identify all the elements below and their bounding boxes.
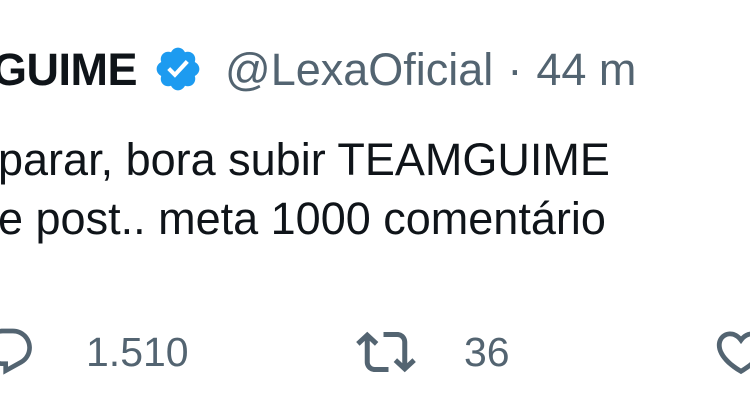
tweet-text-line: parar, bora subir TEAMGUIME xyxy=(0,134,610,185)
author-handle[interactable]: @LexaOficial xyxy=(225,47,493,92)
retweet-button[interactable]: 36 xyxy=(356,322,510,382)
author-display-name[interactable]: GUIME xyxy=(0,47,138,92)
reply-bubble-icon xyxy=(0,324,36,380)
retweet-count: 36 xyxy=(464,328,510,375)
tweet-text-line: e post.. meta 1000 comentário xyxy=(0,193,606,244)
like-button[interactable] xyxy=(712,322,750,382)
tweet-text: parar, bora subir TEAMGUIME e post.. met… xyxy=(0,130,610,248)
header-separator: · xyxy=(507,43,523,95)
tweet-card[interactable]: GUIME @LexaOficial · 44 m parar, bora su… xyxy=(0,0,750,420)
tweet-header: GUIME @LexaOficial · 44 m xyxy=(0,38,636,100)
heart-icon xyxy=(712,323,750,381)
retweet-icon xyxy=(356,322,416,382)
verified-badge-icon xyxy=(153,44,203,94)
reply-button[interactable]: 1.510 xyxy=(0,322,189,382)
tweet-action-bar: 1.510 36 xyxy=(0,322,750,382)
reply-count: 1.510 xyxy=(86,328,189,375)
tweet-timestamp[interactable]: 44 m xyxy=(536,47,636,92)
